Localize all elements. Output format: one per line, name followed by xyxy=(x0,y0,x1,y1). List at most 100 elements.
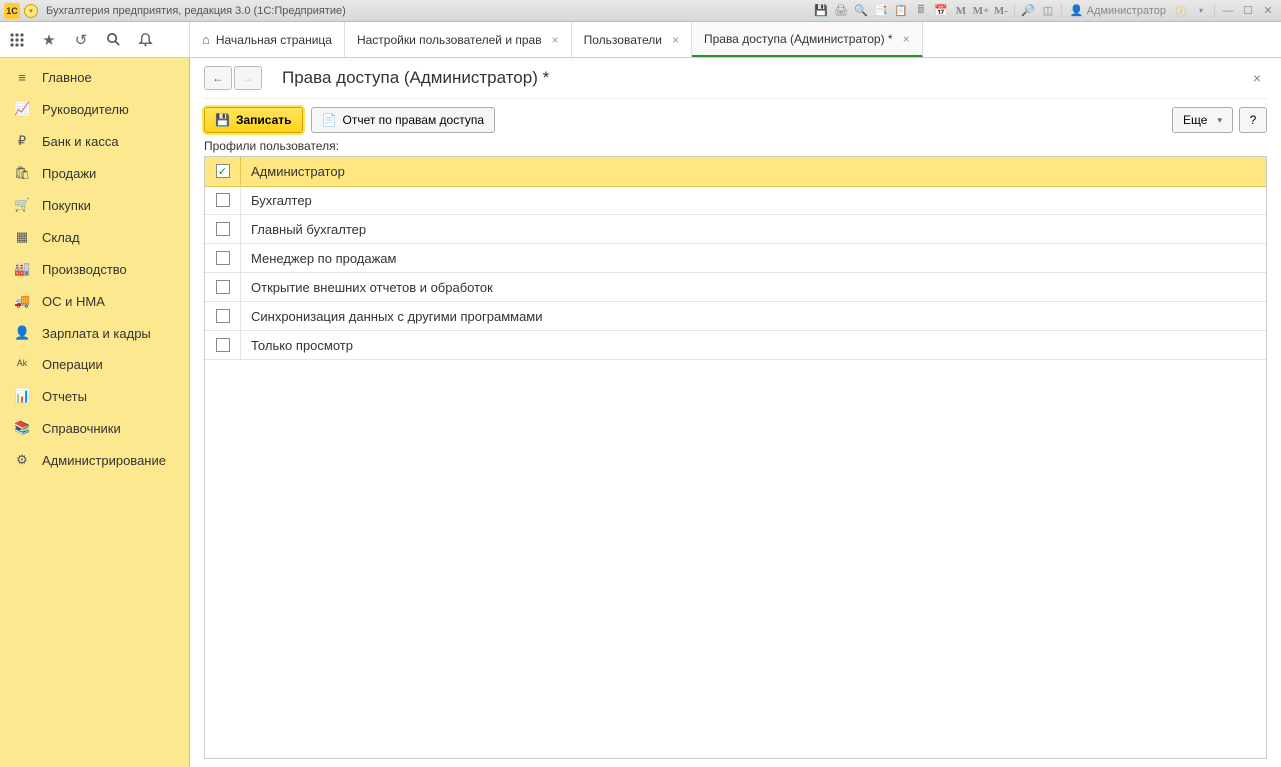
profile-name: Главный бухгалтер xyxy=(241,222,366,237)
sidebar-item-label: Зарплата и кадры xyxy=(42,326,151,341)
profile-name: Бухгалтер xyxy=(241,193,312,208)
sidebar-item-label: Главное xyxy=(42,70,92,85)
profile-name: Администратор xyxy=(241,164,345,179)
sidebar-item[interactable]: 📈Руководителю xyxy=(0,93,189,125)
sidebar-item[interactable]: 🛍 Продажи xyxy=(0,157,189,189)
profile-checkbox[interactable]: ✓ xyxy=(216,164,230,178)
apps-icon[interactable] xyxy=(8,31,26,49)
sidebar-item-label: Производство xyxy=(42,262,127,277)
sidebar-item-icon: 🛍 xyxy=(14,165,30,181)
report-icon: 📄 xyxy=(322,113,337,127)
profile-checkbox-cell xyxy=(205,302,241,330)
tab-users[interactable]: Пользователи × xyxy=(572,22,692,57)
profile-checkbox[interactable] xyxy=(216,280,230,294)
toolbar-preview-icon[interactable]: 🔍 xyxy=(852,3,870,19)
sidebar-item[interactable]: ₽Банк и касса xyxy=(0,125,189,157)
toolbar-save-icon[interactable]: 💾 xyxy=(812,3,830,19)
search-icon[interactable] xyxy=(104,31,122,49)
sidebar-item-icon: ▦ xyxy=(14,229,30,245)
sidebar-item-icon: 👤 xyxy=(14,325,30,341)
tab-close-icon[interactable]: × xyxy=(552,33,559,47)
toolbar-print-icon[interactable]: 🖨 xyxy=(832,3,850,19)
sidebar-item[interactable]: 🛒 Покупки xyxy=(0,189,189,221)
report-button[interactable]: 📄 Отчет по правам доступа xyxy=(311,107,495,133)
page-close-icon[interactable]: × xyxy=(1247,70,1267,86)
nav-back-button[interactable]: ← xyxy=(204,66,232,90)
profile-checkbox[interactable] xyxy=(216,338,230,352)
profile-name: Только просмотр xyxy=(241,338,353,353)
profile-checkbox[interactable] xyxy=(216,193,230,207)
profile-name: Открытие внешних отчетов и обработок xyxy=(241,280,493,295)
save-label: Записать xyxy=(236,113,292,127)
save-button[interactable]: 💾 Записать xyxy=(204,107,303,133)
profile-checkbox[interactable] xyxy=(216,251,230,265)
home-icon: ⌂ xyxy=(202,32,210,47)
window-close-icon[interactable]: ✕ xyxy=(1259,3,1277,19)
sidebar-item-icon: 🏭 xyxy=(14,261,30,277)
profile-checkbox[interactable] xyxy=(216,222,230,236)
history-icon[interactable]: ↺ xyxy=(72,31,90,49)
profile-checkbox-cell xyxy=(205,331,241,359)
toolbar-panels-icon[interactable]: ◫ xyxy=(1039,3,1057,19)
favorites-icon[interactable]: ★ xyxy=(40,31,58,49)
sidebar-item-label: Отчеты xyxy=(42,389,87,404)
window-title: Бухгалтерия предприятия, редакция 3.0 (1… xyxy=(46,5,346,17)
profile-row[interactable]: Синхронизация данных с другими программа… xyxy=(205,302,1266,331)
profile-row[interactable]: Открытие внешних отчетов и обработок xyxy=(205,273,1266,302)
toolbar-clipboard-icon[interactable]: 📋 xyxy=(892,3,910,19)
toolbar-zoom-icon[interactable]: 🔎 xyxy=(1019,3,1037,19)
toolbar-mplus-icon[interactable]: M+ xyxy=(972,3,990,19)
profile-row[interactable]: Только просмотр xyxy=(205,331,1266,360)
profile-checkbox-cell: ✓ xyxy=(205,157,241,185)
sidebar-item[interactable]: ▦ Склад xyxy=(0,221,189,253)
app-menu-dropdown[interactable]: ▾ xyxy=(24,4,38,18)
notifications-icon[interactable] xyxy=(136,31,154,49)
sidebar-item[interactable]: 📊Отчеты xyxy=(0,380,189,412)
toolbar-row: ★ ↺ ⌂ Начальная страница Настройки польз… xyxy=(0,22,1281,58)
sidebar-item-icon: ₽ xyxy=(14,133,30,149)
sidebar-item[interactable]: 🚚ОС и НМА xyxy=(0,285,189,317)
toolbar-mminus-icon[interactable]: M- xyxy=(992,3,1010,19)
sidebar-item[interactable]: 🏭 Производство xyxy=(0,253,189,285)
toolbar-m-icon[interactable]: M xyxy=(952,3,970,19)
tab-settings-users-rights[interactable]: Настройки пользователей и прав × xyxy=(345,22,572,57)
window-minimize-icon[interactable]: — xyxy=(1219,3,1237,19)
sidebar-item-label: Операции xyxy=(42,357,103,372)
tab-home[interactable]: ⌂ Начальная страница xyxy=(190,22,345,57)
profile-checkbox-cell xyxy=(205,244,241,272)
profile-checkbox[interactable] xyxy=(216,309,230,323)
nav-forward-button[interactable]: → xyxy=(234,66,262,90)
sidebar-item-icon: 🛒 xyxy=(14,197,30,213)
sidebar-item-label: Справочники xyxy=(42,421,121,436)
user-label: Администратор xyxy=(1087,5,1166,17)
tab-access-rights[interactable]: Права доступа (Администратор) * × xyxy=(692,22,923,57)
profile-checkbox-cell xyxy=(205,215,241,243)
tab-label: Начальная страница xyxy=(216,33,332,47)
tab-close-icon[interactable]: × xyxy=(672,33,679,47)
profile-row[interactable]: Бухгалтер xyxy=(205,186,1266,215)
toolbar-info-dropdown[interactable]: ▾ xyxy=(1192,3,1210,19)
toolbar-info-icon[interactable]: ⓘ xyxy=(1172,3,1190,19)
content: ← → Права доступа (Администратор) * × 💾 … xyxy=(190,58,1281,767)
sidebar-item-label: Продажи xyxy=(42,166,96,181)
profile-row[interactable]: Менеджер по продажам xyxy=(205,244,1266,273)
more-button[interactable]: Еще xyxy=(1172,107,1233,133)
sidebar-item[interactable]: ᴬᵏОперации xyxy=(0,349,189,380)
sidebar-item[interactable]: ⚙Администрирование xyxy=(0,444,189,476)
profiles-label: Профили пользователя: xyxy=(204,139,1267,153)
toolbar-calc-icon[interactable]: 🖩 xyxy=(912,3,930,19)
profile-row[interactable]: Главный бухгалтер xyxy=(205,215,1266,244)
profile-row[interactable]: ✓ Администратор xyxy=(205,157,1266,186)
sidebar-item[interactable]: 📚Справочники xyxy=(0,412,189,444)
sidebar-item-label: Склад xyxy=(42,230,80,245)
page-title: Права доступа (Администратор) * xyxy=(282,68,1247,88)
help-button[interactable]: ? xyxy=(1239,107,1267,133)
sidebar-item[interactable]: 👤 Зарплата и кадры xyxy=(0,317,189,349)
tab-close-icon[interactable]: × xyxy=(903,32,910,46)
current-user[interactable]: 👤 Администратор xyxy=(1066,3,1170,19)
toolbar-calendar-icon[interactable]: 📅 xyxy=(932,3,950,19)
toolbar-compare-icon[interactable]: 📑 xyxy=(872,3,890,19)
window-maximize-icon[interactable]: ☐ xyxy=(1239,3,1257,19)
sidebar-item-label: Покупки xyxy=(42,198,91,213)
sidebar-item[interactable]: ≡Главное xyxy=(0,62,189,93)
